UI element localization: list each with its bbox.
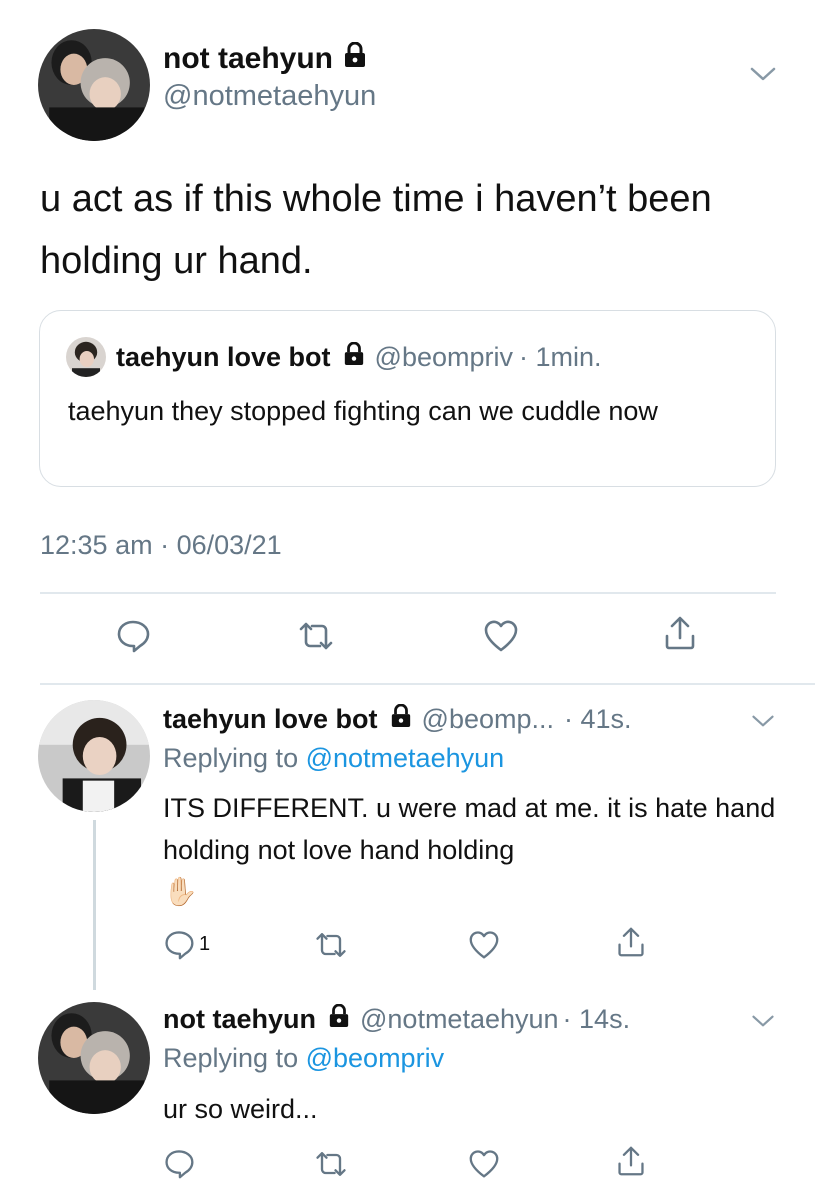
quoted-avatar xyxy=(66,337,106,377)
avatar-reply-1[interactable] xyxy=(38,700,150,812)
reply-author-handle[interactable]: @notmetaehyun xyxy=(360,1004,559,1035)
quoted-tweet-text: taehyun they stopped fighting can we cud… xyxy=(68,396,658,426)
divider xyxy=(40,683,815,685)
reply-author-name[interactable]: taehyun love bot xyxy=(163,704,378,735)
replying-to-prefix: Replying to xyxy=(163,1043,299,1073)
thread-connector-line xyxy=(93,820,96,990)
chevron-down-icon[interactable] xyxy=(750,1012,776,1035)
tweet-text: u act as if this whole time i haven’t be… xyxy=(40,178,712,282)
retweet-icon xyxy=(313,930,349,960)
main-tweet-author: not taehyun xyxy=(163,41,367,76)
raised-hand-emoji: ✋🏻 xyxy=(163,876,198,907)
reply-button[interactable]: 1 xyxy=(163,928,210,960)
retweet-button[interactable] xyxy=(296,620,336,652)
like-button[interactable] xyxy=(468,1149,500,1179)
reply-author-handle[interactable]: @beomp... xyxy=(422,704,554,735)
reply-1-header: taehyun love bot @beomp... · 41s. xyxy=(163,703,632,735)
share-button[interactable] xyxy=(616,1144,646,1178)
share-icon xyxy=(663,614,697,652)
quoted-tweet-card[interactable]: taehyun love bot @beompriv · 1min. taehy… xyxy=(39,310,776,487)
like-icon xyxy=(468,930,500,960)
like-icon xyxy=(483,619,519,653)
tweet-timestamp: 12:35 am · 06/03/21 xyxy=(40,530,282,560)
lock-icon xyxy=(343,341,365,373)
reply-icon xyxy=(163,928,195,960)
reply-author-name[interactable]: not taehyun xyxy=(163,1004,316,1035)
reply-icon xyxy=(163,1147,195,1179)
share-button[interactable] xyxy=(663,614,697,652)
replying-to-handle[interactable]: @beompriv xyxy=(306,1043,444,1073)
retweet-icon xyxy=(313,1149,349,1179)
quoted-display-name: taehyun love bot xyxy=(116,341,331,372)
lock-icon xyxy=(328,1003,350,1035)
reply-button[interactable] xyxy=(163,1147,195,1179)
reply-text: ITS DIFFERENT. u were mad at me. it is h… xyxy=(163,787,783,913)
reply-time: · 41s. xyxy=(564,704,632,734)
reply-body: ITS DIFFERENT. u were mad at me. it is h… xyxy=(163,793,776,865)
chevron-down-icon[interactable] xyxy=(748,64,778,89)
like-icon xyxy=(468,1149,500,1179)
retweet-button[interactable] xyxy=(313,1149,349,1179)
reply-count: 1 xyxy=(199,932,211,955)
reply-text: ur so weird... xyxy=(163,1094,318,1124)
quoted-time: · 1min. xyxy=(519,341,602,372)
reply-time: · 14s. xyxy=(562,1004,631,1034)
like-button[interactable] xyxy=(483,619,519,653)
retweet-icon xyxy=(296,620,336,652)
share-button[interactable] xyxy=(616,925,646,959)
lock-icon xyxy=(343,41,367,76)
replying-to-line: Replying to @notmetaehyun xyxy=(163,743,504,774)
avatar-main[interactable] xyxy=(38,29,150,141)
chevron-down-icon[interactable] xyxy=(750,712,776,735)
replying-to-handle[interactable]: @notmetaehyun xyxy=(306,743,505,773)
like-button[interactable] xyxy=(468,930,500,960)
share-icon xyxy=(616,1144,646,1178)
reply-2-header: not taehyun @notmetaehyun · 14s. xyxy=(163,1003,631,1035)
reply-icon xyxy=(115,617,151,653)
author-handle[interactable]: @notmetaehyun xyxy=(163,80,376,113)
lock-icon xyxy=(390,703,412,735)
retweet-button[interactable] xyxy=(313,930,349,960)
replying-to-line: Replying to @beompriv xyxy=(163,1043,444,1074)
reply-button[interactable] xyxy=(115,617,151,653)
quoted-tweet-header: taehyun love bot @beompriv · 1min. xyxy=(66,337,602,377)
divider xyxy=(40,592,776,594)
quoted-handle: @beompriv xyxy=(374,341,513,372)
author-display-name[interactable]: not taehyun xyxy=(163,42,333,76)
avatar-reply-2[interactable] xyxy=(38,1002,150,1114)
share-icon xyxy=(616,925,646,959)
replying-to-prefix: Replying to xyxy=(163,743,299,773)
